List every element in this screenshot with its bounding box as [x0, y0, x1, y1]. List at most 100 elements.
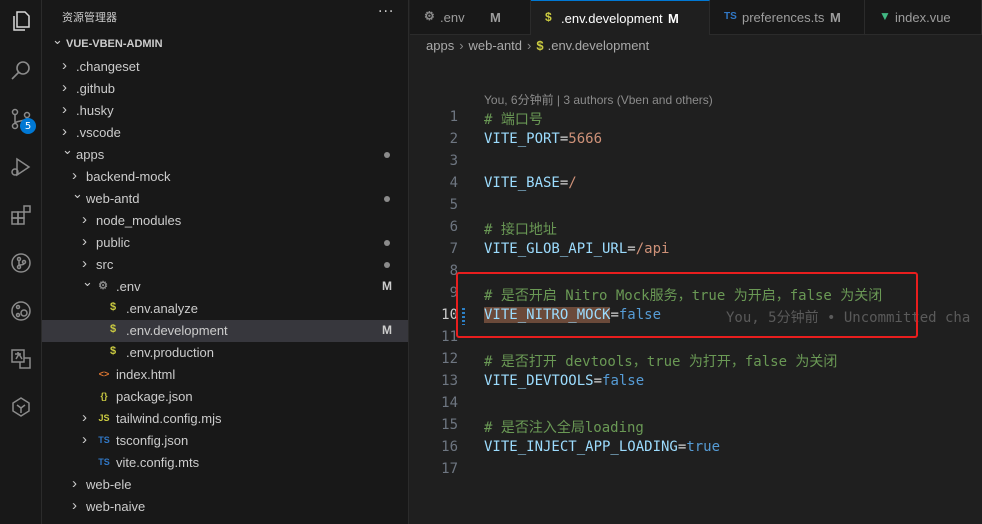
tree-item[interactable]: ⌄ web-antd — [42, 186, 408, 210]
code-line[interactable]: 16 VITE_INJECT_APP_LOADING=true — [410, 437, 982, 459]
chevron-down-icon: ⌄ — [72, 186, 83, 201]
code-text: # 端口号 — [484, 109, 543, 129]
tab-preferences-ts[interactable]: TS preferences.ts M — [710, 0, 865, 35]
ts-file-icon: TS — [98, 457, 110, 467]
tree-item-label: .env.production — [126, 345, 214, 360]
tree-item[interactable]: › .vscode — [42, 122, 408, 144]
line-number: 8 — [449, 263, 458, 279]
tree-item[interactable]: › web-ele — [42, 474, 408, 496]
js-file-icon: JS — [98, 413, 110, 423]
chevron-down-icon: ⌄ — [62, 142, 73, 157]
code-line[interactable]: 14 — [410, 393, 982, 415]
tree-item[interactable]: <> index.html — [42, 364, 408, 386]
search-icon[interactable] — [6, 56, 36, 86]
tree-item[interactable]: $ .env.production — [42, 342, 408, 364]
code-value: / — [568, 175, 577, 191]
tree-item-label: backend-mock — [86, 169, 171, 184]
tree-item-label: apps — [76, 147, 105, 162]
code-text: # 接口地址 — [484, 219, 557, 239]
code-value: /api — [635, 241, 670, 257]
chevron-right-icon: › — [527, 38, 532, 53]
code-line[interactable]: 2 VITE_PORT=5666 — [410, 129, 982, 151]
tab-env[interactable]: ⚙ .env M — [410, 0, 531, 35]
tree-item[interactable]: › .husky — [42, 100, 408, 122]
code-line[interactable]: 12 # 是否打开 devtools，true 为打开，false 为关闭 — [410, 349, 982, 371]
tree-item[interactable]: › node_modules — [42, 210, 408, 232]
more-actions-icon[interactable]: ··· — [378, 4, 394, 20]
code-key: VITE_DEVTOOLS — [484, 373, 594, 389]
tab-label: .env.development — [561, 11, 663, 26]
tree-item[interactable]: › JS tailwind.config.mjs — [42, 408, 408, 430]
tree-item-label: .env — [116, 279, 141, 294]
chevron-right-icon: › — [82, 233, 87, 250]
activity-bar: 5 — [0, 0, 42, 524]
chevron-down-icon: ⌄ — [52, 32, 63, 47]
blame-annotation[interactable]: You, 6分钟前 | 3 authors (Vben and others) — [484, 91, 713, 108]
tree-item[interactable]: › src — [42, 254, 408, 276]
modified-dot-icon — [384, 196, 390, 202]
code-line[interactable]: 4 VITE_BASE=/ — [410, 173, 982, 195]
tsconfig-file-icon: TS — [98, 435, 110, 445]
code-line[interactable]: 7 VITE_GLOB_API_URL=/api — [410, 239, 982, 261]
tree-item[interactable]: › public — [42, 232, 408, 254]
tree-item[interactable]: › TS tsconfig.json — [42, 430, 408, 452]
chevron-right-icon: › — [82, 211, 87, 228]
code-line[interactable]: 3 — [410, 151, 982, 173]
tab-index-vue[interactable]: ▼ index.vue — [865, 0, 982, 35]
dollar-file-icon: $ — [545, 10, 552, 24]
line-number: 10 — [441, 307, 458, 323]
tree-item-label: .husky — [76, 103, 114, 118]
modified-badge: M — [382, 279, 392, 293]
code-line[interactable]: 6 # 接口地址 — [410, 217, 982, 239]
annotation-highlight-box — [456, 272, 918, 338]
modified-dot-icon — [384, 152, 390, 158]
tab-env-development[interactable]: $ .env.development M — [531, 0, 710, 35]
tree-item[interactable]: {} package.json — [42, 386, 408, 408]
tree-root[interactable]: ⌄ VUE-VBEN-ADMIN — [42, 32, 408, 56]
code-comment: # 是否注入全局loading — [484, 420, 644, 436]
dollar-file-icon: $ — [109, 301, 117, 313]
line-number: 1 — [449, 109, 458, 125]
line-number: 16 — [441, 439, 458, 455]
tree-item[interactable]: $ .env.development M — [42, 320, 408, 342]
modified-dot-icon — [384, 240, 390, 246]
code-operator: = — [627, 241, 636, 257]
tree-item[interactable]: ⌄ ⚙ .env M — [42, 274, 408, 298]
tree-item[interactable]: › .changeset — [42, 56, 408, 78]
code-line[interactable]: 1 # 端口号 — [410, 107, 982, 129]
tree-item[interactable]: › backend-mock — [42, 166, 408, 188]
remote-icon[interactable] — [6, 392, 36, 422]
tree-item[interactable]: › .github — [42, 78, 408, 100]
breadcrumb-apps[interactable]: apps — [426, 38, 454, 53]
translate-icon[interactable] — [6, 344, 36, 374]
tree-item-label: tailwind.config.mjs — [116, 411, 222, 426]
explorer-title: 资源管理器 — [62, 11, 117, 24]
gear-icon: ⚙ — [424, 9, 435, 23]
extensions-icon[interactable] — [6, 200, 36, 230]
explorer-icon[interactable] — [6, 6, 36, 36]
vue-file-icon: ▼ — [879, 9, 891, 23]
tree-item[interactable]: ⌄ apps — [42, 142, 408, 166]
code-line[interactable]: 13 VITE_DEVTOOLS=false — [410, 371, 982, 393]
gitlens-icon[interactable] — [6, 296, 36, 326]
code-text: VITE_GLOB_API_URL=/api — [484, 241, 669, 257]
tree-item-label: .vscode — [76, 125, 121, 140]
line-number: 5 — [449, 197, 458, 213]
explorer-sidebar: 资源管理器 ··· ⌄ VUE-VBEN-ADMIN › .changeset › .gi… — [42, 0, 409, 524]
tree-item[interactable]: $ .env.analyze — [42, 298, 408, 320]
run-debug-icon[interactable] — [6, 152, 36, 182]
code-line[interactable]: 15 # 是否注入全局loading — [410, 415, 982, 437]
line-number: 4 — [449, 175, 458, 191]
modified-badge: M — [830, 10, 841, 25]
code-line[interactable]: 17 — [410, 459, 982, 481]
git-graph-icon[interactable] — [6, 248, 36, 278]
tree-item-label: vite.config.mts — [116, 455, 200, 470]
code-operator: = — [593, 373, 603, 389]
code-line[interactable]: 5 — [410, 195, 982, 217]
tree-item[interactable]: › web-naive — [42, 496, 408, 518]
tree-item[interactable]: TS vite.config.mts — [42, 452, 408, 474]
line-number: 7 — [449, 241, 458, 257]
breadcrumb-file[interactable]: .env.development — [548, 38, 650, 53]
breadcrumb-web-antd[interactable]: web-antd — [469, 38, 522, 53]
modified-dot-icon — [384, 262, 390, 268]
